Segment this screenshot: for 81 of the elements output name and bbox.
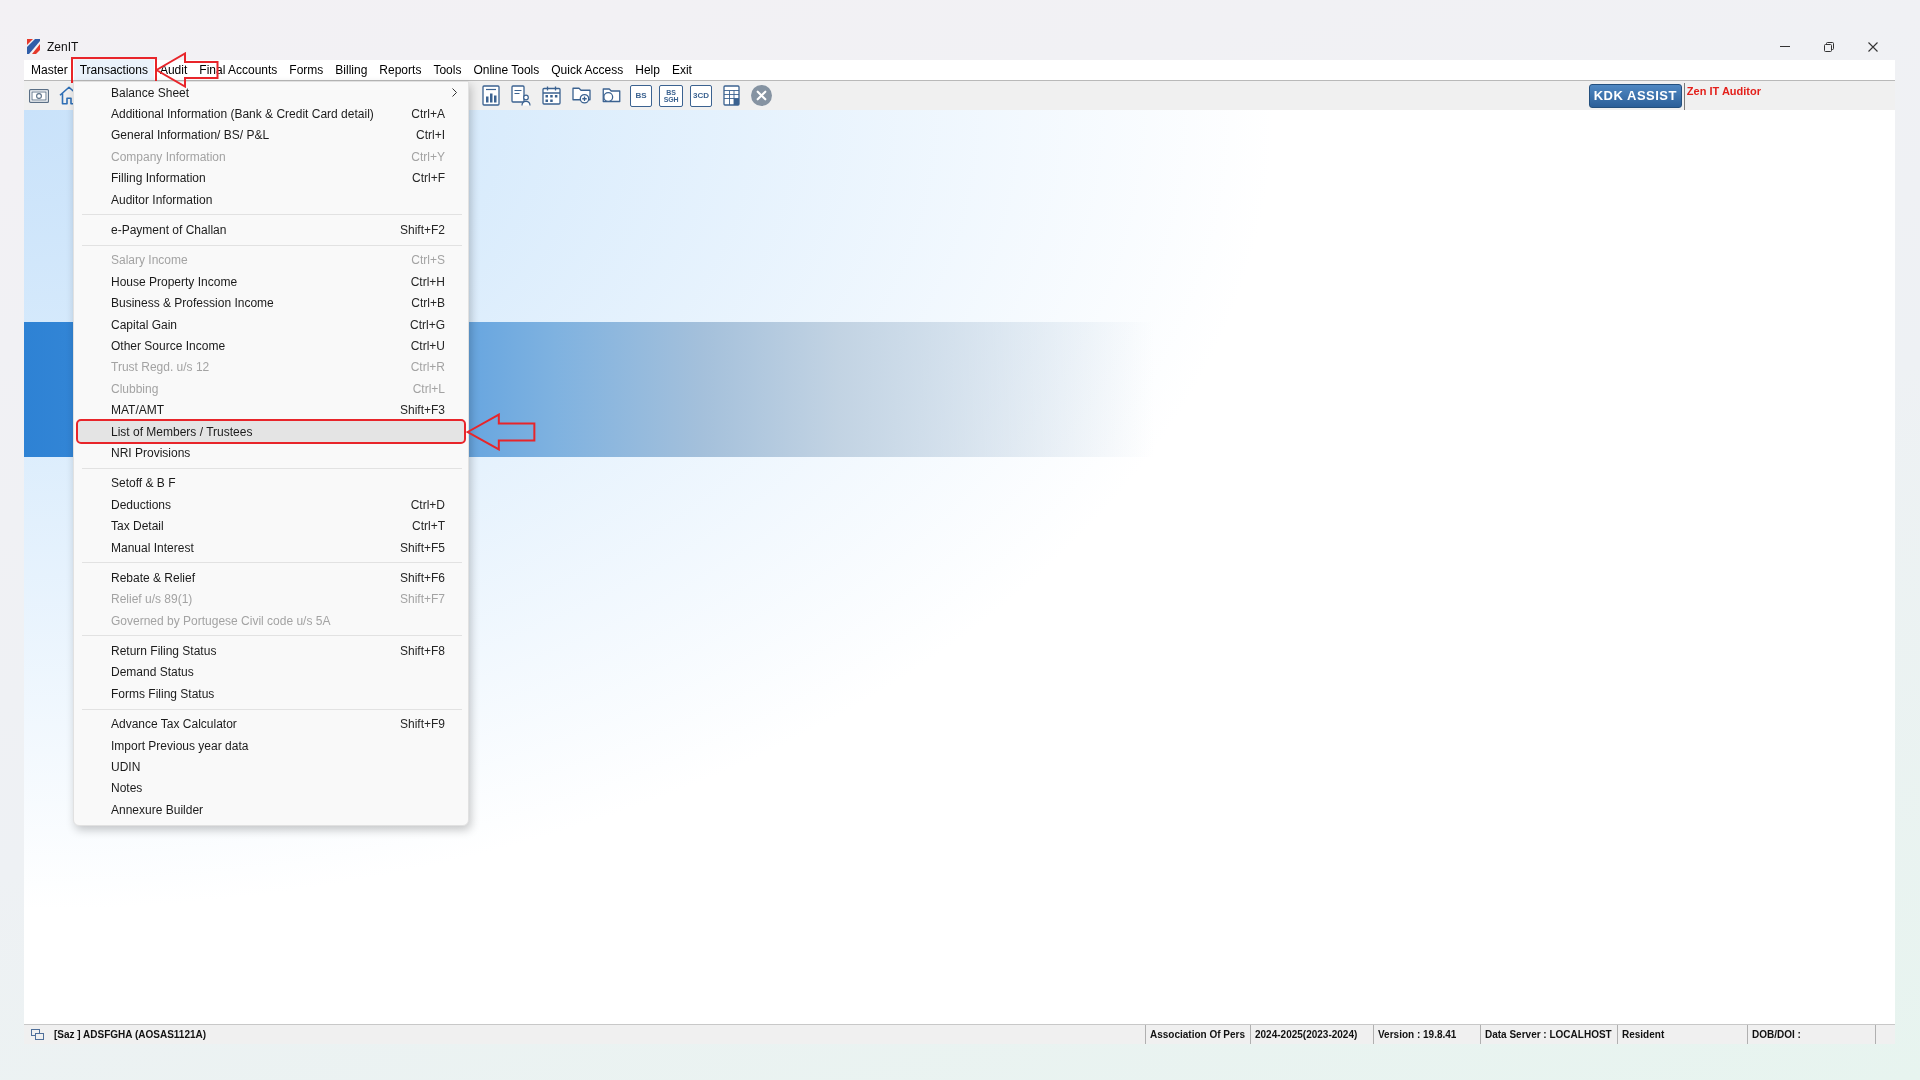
user-document-icon[interactable] [511,85,531,106]
status-panel: DOB/DOI : [1747,1025,1876,1044]
shortcut-text: Ctrl+D [410,497,445,512]
shortcut-text: Ctrl+T [412,519,445,534]
shortcut-text: Ctrl+G [410,317,445,332]
menu-option[interactable]: Notes [78,777,464,800]
assist-button[interactable]: KDK ASSIST [1588,83,1682,108]
menu-option[interactable]: Demand Status [78,661,464,684]
menu-option[interactable]: Deductions Ctrl+D [78,494,464,516]
menu-option[interactable]: General Information/ BS/ P&L Ctrl+I [78,124,464,147]
menu-option[interactable]: List of Members / Trustees [78,420,464,443]
status-panel: Version : 19.8.41 [1373,1025,1480,1044]
menu-option[interactable]: Return Filing Status Shift+F8 [78,640,464,662]
shortcut-text: Ctrl+U [410,339,445,353]
shortcut-text: Ctrl+F [412,171,445,186]
spreadsheet-icon[interactable] [722,85,740,106]
shortcut-text: Shift+F7 [399,592,445,607]
status-panel: Association Of Pers [1145,1025,1250,1044]
shortcut-text: Shift+F2 [399,223,445,238]
menu-option[interactable]: e-Payment of Challan Shift+F2 [78,219,464,241]
shortcut-text: Shift+F6 [399,570,445,585]
menu-option[interactable]: Annexure Builder [78,799,464,821]
restore-icon [1824,41,1834,52]
menu-item[interactable]: Transactions [73,60,154,80]
menu-item[interactable]: Forms [283,60,330,80]
monitors-icon [31,1029,44,1040]
shortcut-text: Ctrl+L [412,381,445,396]
toolbar-button[interactable]: BS [630,84,652,107]
menu-option[interactable]: Advance Tax Calculator Shift+F9 [78,713,464,735]
shortcut-text: Shift+F8 [399,644,445,659]
menu-item[interactable]: Master [25,60,74,80]
shortcut-text: Shift+F5 [399,540,445,555]
app-logo-icon [27,39,40,54]
menu-item[interactable]: Exit [665,60,698,80]
menu-option[interactable]: Capital Gain Ctrl+G [78,313,464,336]
menu-option[interactable]: Additional Information (Bank & Credit Card detail) Ctrl+A [78,103,464,125]
status-panel: Data Server : LOCALHOST [1480,1025,1617,1044]
menu-option[interactable]: Import Previous year data [78,734,464,757]
menu-option[interactable]: House Property Income Ctrl+H [78,271,464,293]
menu-option[interactable]: MAT/AMT Shift+F3 [78,399,464,421]
menu-item[interactable]: Tools [427,60,468,80]
menu-item[interactable]: Help [629,60,666,80]
menu-item[interactable]: Billing [329,60,374,80]
window-title: ZenIT [47,39,79,54]
status-text: [Saz ] ADSFGHA (AOSAS1121A) [54,1029,207,1040]
menu-option[interactable]: NRI Provisions [78,442,464,464]
shortcut-text: Shift+F9 [399,717,445,732]
shortcut-text: Ctrl+R [410,360,445,375]
shortcut-text: Ctrl+A [411,107,445,122]
menu-item[interactable]: Quick Access [545,60,630,80]
close-icon [1868,41,1878,52]
status-panel: Resident [1617,1025,1747,1044]
menu-option[interactable]: Rebate & Relief Shift+F6 [78,567,464,589]
menu-option[interactable]: Manual Interest Shift+F5 [78,536,464,559]
menu-option[interactable]: Balance Sheet [78,82,464,104]
menu-item[interactable]: Reports [373,60,428,80]
menu-option[interactable]: Auditor Information [78,188,464,211]
shortcut-text: Ctrl+I [416,128,445,143]
shortcut-text: Ctrl+Y [411,149,445,164]
menu-option[interactable]: Other Source Income Ctrl+U [78,335,464,357]
banknote-icon[interactable] [29,88,49,103]
bar-chart-document-icon[interactable] [482,85,500,106]
shortcut-text: Ctrl+H [410,274,445,289]
menu-option[interactable]: Tax Detail Ctrl+T [78,515,464,537]
menu-option[interactable]: Setoff & B F [78,472,464,495]
toolbar-button[interactable]: 3CD [690,84,712,107]
menu-option[interactable]: Business & Profession Income Ctrl+B [78,292,464,314]
shortcut-text: Ctrl+S [411,253,445,268]
close-icon[interactable] [750,85,772,106]
menu-option[interactable]: Forms Filing Status [78,683,464,705]
menu-item[interactable]: Online Tools [467,60,546,80]
menu-option[interactable]: UDIN [78,756,464,778]
shortcut-text: Shift+F3 [399,403,445,418]
callout-arrow-icon [466,412,536,451]
product-label: Zen IT Auditor [1686,85,1761,97]
folder-plus-icon[interactable] [571,87,591,104]
status-panel: 2024-2025(2023-2024) [1250,1025,1373,1044]
shortcut-text: Ctrl+B [411,296,445,311]
minimize-icon [1780,46,1790,47]
calendar-icon[interactable] [541,86,561,105]
menu-option[interactable]: Filling Information Ctrl+F [78,167,464,189]
